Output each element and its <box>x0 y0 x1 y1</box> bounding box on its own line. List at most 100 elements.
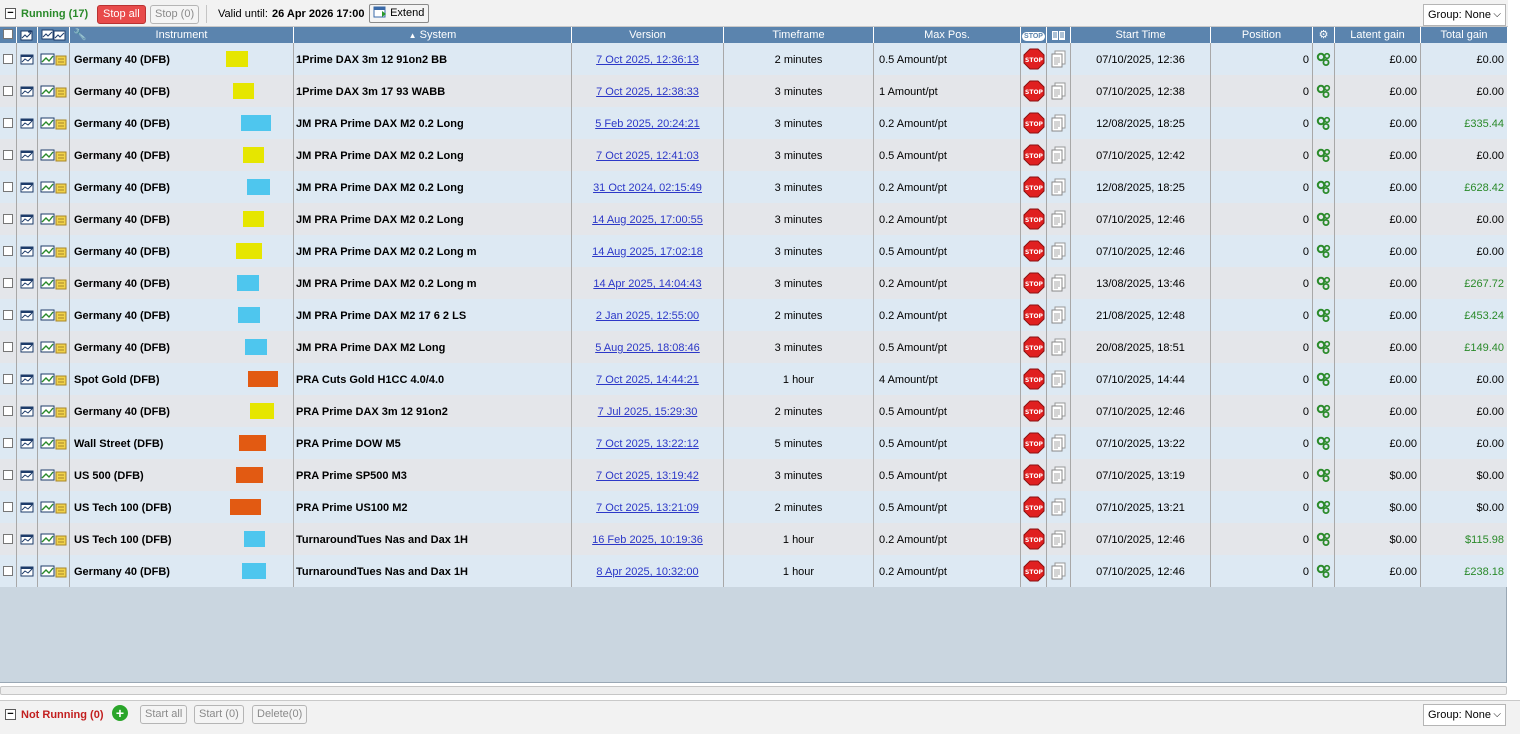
version-link[interactable]: 7 Oct 2025, 12:36:13 <box>596 54 699 66</box>
chart-cell[interactable] <box>17 523 38 555</box>
latent-gain-column-header[interactable]: Latent gain <box>1335 27 1421 43</box>
chart-cell[interactable] <box>17 555 38 587</box>
gears-icon[interactable] <box>1316 339 1332 355</box>
row-checkbox[interactable] <box>3 117 13 128</box>
table-row[interactable]: Germany 40 (DFB) TurnaroundTues Nas and … <box>0 555 1507 587</box>
settings-cell[interactable] <box>1313 555 1335 587</box>
charts-cell[interactable] <box>38 171 70 203</box>
row-checkbox[interactable] <box>3 373 13 384</box>
chart-cell[interactable] <box>17 203 38 235</box>
chart-icon[interactable] <box>20 501 34 513</box>
row-checkbox-cell[interactable] <box>0 203 17 235</box>
settings-cell[interactable] <box>1313 331 1335 363</box>
log-cell[interactable] <box>1047 75 1071 107</box>
table-row[interactable]: US Tech 100 (DFB) TurnaroundTues Nas and… <box>0 523 1507 555</box>
gears-icon[interactable] <box>1316 147 1332 163</box>
chart-icon[interactable] <box>20 53 34 65</box>
table-row[interactable]: Wall Street (DFB) PRA Prime DOW M5 7 Oct… <box>0 427 1507 459</box>
version-column-header[interactable]: Version <box>572 27 724 43</box>
version-link[interactable]: 7 Oct 2025, 12:41:03 <box>596 150 699 162</box>
delete-button[interactable]: Delete(0) <box>252 705 308 724</box>
row-checkbox[interactable] <box>3 469 13 480</box>
version-link[interactable]: 7 Jul 2025, 15:29:30 <box>598 406 698 418</box>
version-link[interactable]: 5 Aug 2025, 18:08:46 <box>595 342 700 354</box>
chart-cell[interactable] <box>17 459 38 491</box>
stop-cell[interactable]: STOP <box>1021 459 1047 491</box>
version-link[interactable]: 2 Jan 2025, 12:55:00 <box>596 310 699 322</box>
stop-sign-icon[interactable]: STOP <box>1023 112 1045 134</box>
settings-cell[interactable] <box>1313 523 1335 555</box>
log-cell[interactable] <box>1047 523 1071 555</box>
row-checkbox[interactable] <box>3 405 13 416</box>
row-checkbox[interactable] <box>3 533 13 544</box>
row-checkbox[interactable] <box>3 309 13 320</box>
gears-icon[interactable] <box>1316 403 1332 419</box>
row-checkbox-cell[interactable] <box>0 299 17 331</box>
table-row[interactable]: Germany 40 (DFB) JM PRA Prime DAX M2 17 … <box>0 299 1507 331</box>
stop-cell[interactable]: STOP <box>1021 427 1047 459</box>
row-checkbox[interactable] <box>3 341 13 352</box>
group-select-not-running[interactable]: Group: None ⌵ <box>1423 704 1506 726</box>
row-checkbox[interactable] <box>3 53 13 64</box>
chart-icon[interactable] <box>20 341 34 353</box>
stop-all-button[interactable]: Stop all <box>97 5 146 24</box>
row-checkbox[interactable] <box>3 277 13 288</box>
row-checkbox[interactable] <box>3 85 13 96</box>
chart-icon[interactable] <box>20 533 34 545</box>
charts-icon[interactable] <box>40 148 68 162</box>
document-icon[interactable] <box>1051 338 1067 356</box>
row-checkbox-cell[interactable] <box>0 523 17 555</box>
stop-sign-icon[interactable]: STOP <box>1023 48 1045 70</box>
stop-button[interactable]: Stop (0) <box>150 5 200 24</box>
version-link[interactable]: 7 Oct 2025, 13:22:12 <box>596 438 699 450</box>
row-checkbox-cell[interactable] <box>0 491 17 523</box>
row-checkbox[interactable] <box>3 181 13 192</box>
chart-cell[interactable] <box>17 267 38 299</box>
settings-cell[interactable] <box>1313 75 1335 107</box>
log-cell[interactable] <box>1047 427 1071 459</box>
stop-sign-icon[interactable]: STOP <box>1023 464 1045 486</box>
stop-cell[interactable]: STOP <box>1021 523 1047 555</box>
charts-cell[interactable] <box>38 203 70 235</box>
stop-sign-icon[interactable]: STOP <box>1023 368 1045 390</box>
charts-icon[interactable] <box>40 340 68 354</box>
table-row[interactable]: Germany 40 (DFB) JM PRA Prime DAX M2 0.2… <box>0 139 1507 171</box>
row-checkbox[interactable] <box>3 213 13 224</box>
gears-icon[interactable] <box>1316 499 1332 515</box>
table-row[interactable]: Germany 40 (DFB) PRA Prime DAX 3m 12 91o… <box>0 395 1507 427</box>
chart-icon[interactable] <box>20 117 34 129</box>
system-column-header[interactable]: ▲ System <box>294 27 572 43</box>
start-all-button[interactable]: Start all <box>140 705 188 724</box>
table-row[interactable]: Spot Gold (DFB) PRA Cuts Gold H1CC 4.0/4… <box>0 363 1507 395</box>
position-column-header[interactable]: Position <box>1211 27 1313 43</box>
charts-icon[interactable] <box>40 212 68 226</box>
chart-icon[interactable] <box>20 309 34 321</box>
table-row[interactable]: Germany 40 (DFB) JM PRA Prime DAX M2 0.2… <box>0 107 1507 139</box>
document-icon[interactable] <box>1051 306 1067 324</box>
stop-cell[interactable]: STOP <box>1021 203 1047 235</box>
vertical-scroll-area[interactable] <box>1508 0 1520 700</box>
chart-icon[interactable] <box>20 469 34 481</box>
chart-cell[interactable] <box>17 139 38 171</box>
stop-cell[interactable]: STOP <box>1021 107 1047 139</box>
row-checkbox[interactable] <box>3 245 13 256</box>
row-checkbox[interactable] <box>3 501 13 512</box>
document-icon[interactable] <box>1051 114 1067 132</box>
row-checkbox-cell[interactable] <box>0 331 17 363</box>
document-icon[interactable] <box>1051 402 1067 420</box>
log-cell[interactable] <box>1047 139 1071 171</box>
document-icon[interactable] <box>1051 370 1067 388</box>
charts-cell[interactable] <box>38 75 70 107</box>
row-checkbox-cell[interactable] <box>0 427 17 459</box>
row-checkbox-cell[interactable] <box>0 43 17 75</box>
maxpos-column-header[interactable]: Max Pos. <box>874 27 1021 43</box>
charts-icon[interactable] <box>40 372 68 386</box>
document-icon[interactable] <box>1051 82 1067 100</box>
log-cell[interactable] <box>1047 171 1071 203</box>
charts-cell[interactable] <box>38 267 70 299</box>
charts-cell[interactable] <box>38 523 70 555</box>
table-row[interactable]: Germany 40 (DFB) JM PRA Prime DAX M2 0.2… <box>0 203 1507 235</box>
gears-icon[interactable] <box>1316 243 1332 259</box>
gears-icon[interactable] <box>1316 275 1332 291</box>
version-link[interactable]: 14 Aug 2025, 17:02:18 <box>592 246 703 258</box>
